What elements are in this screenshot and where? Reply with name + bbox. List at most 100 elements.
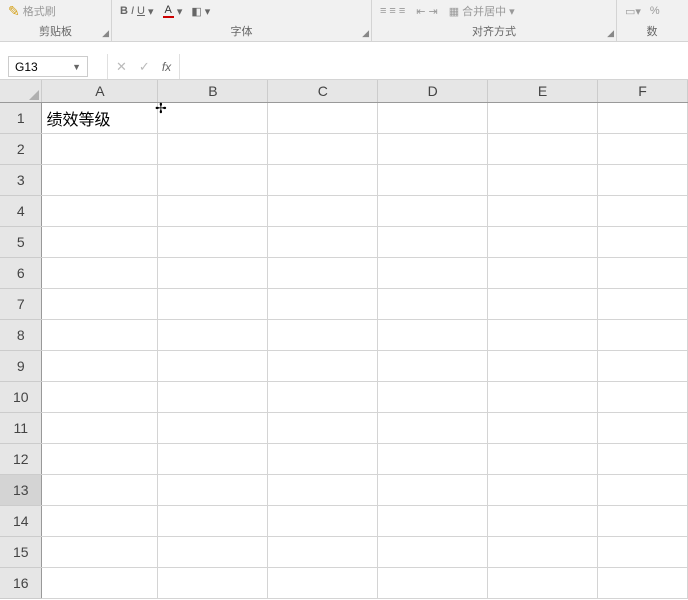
- cell-B16[interactable]: [158, 567, 268, 598]
- cell-A8[interactable]: [42, 319, 158, 350]
- cell-E11[interactable]: [488, 412, 598, 443]
- cell-C10[interactable]: [268, 381, 378, 412]
- cell-F13[interactable]: [598, 474, 688, 505]
- cell-A4[interactable]: [42, 195, 158, 226]
- cell-D2[interactable]: [378, 133, 488, 164]
- cell-D14[interactable]: [378, 505, 488, 536]
- format-painter-button[interactable]: ✎ 格式刷: [8, 3, 56, 20]
- cell-B13[interactable]: [158, 474, 268, 505]
- formula-input[interactable]: [180, 54, 688, 79]
- cell-B8[interactable]: [158, 319, 268, 350]
- cell-C4[interactable]: [268, 195, 378, 226]
- cell-E9[interactable]: [488, 350, 598, 381]
- italic-button[interactable]: I: [131, 5, 134, 17]
- align-left-icon[interactable]: ≡: [380, 5, 386, 17]
- cell-E13[interactable]: [488, 474, 598, 505]
- cell-F7[interactable]: [598, 288, 688, 319]
- row-header[interactable]: 14: [0, 505, 42, 536]
- merge-dropdown-icon[interactable]: ▾: [509, 5, 515, 18]
- row-header[interactable]: 8: [0, 319, 42, 350]
- cell-B9[interactable]: [158, 350, 268, 381]
- cell-A2[interactable]: [42, 133, 158, 164]
- cell-F5[interactable]: [598, 226, 688, 257]
- underline-button[interactable]: U: [137, 5, 145, 17]
- cell-C5[interactable]: [268, 226, 378, 257]
- cell-F2[interactable]: [598, 133, 688, 164]
- align-right-icon[interactable]: ≡: [399, 5, 405, 17]
- cell-C13[interactable]: [268, 474, 378, 505]
- cell-B6[interactable]: [158, 257, 268, 288]
- cell-E2[interactable]: [488, 133, 598, 164]
- alignment-dialog-launcher-icon[interactable]: ◢: [607, 28, 614, 39]
- cell-E5[interactable]: [488, 226, 598, 257]
- number-format-icon[interactable]: ▭▾: [625, 5, 641, 18]
- cell-A14[interactable]: [42, 505, 158, 536]
- col-header-a[interactable]: A: [42, 80, 158, 102]
- col-header-d[interactable]: D: [378, 80, 488, 102]
- cell-B10[interactable]: [158, 381, 268, 412]
- indent-decrease-icon[interactable]: ⇤: [416, 5, 425, 18]
- cell-D1[interactable]: [378, 102, 488, 133]
- percent-button[interactable]: %: [650, 5, 660, 17]
- fx-button[interactable]: fx: [162, 60, 171, 74]
- cell-F6[interactable]: [598, 257, 688, 288]
- cell-E10[interactable]: [488, 381, 598, 412]
- cell-C8[interactable]: [268, 319, 378, 350]
- cell-E3[interactable]: [488, 164, 598, 195]
- cell-D11[interactable]: [378, 412, 488, 443]
- row-header[interactable]: 16: [0, 567, 42, 598]
- cell-D9[interactable]: [378, 350, 488, 381]
- col-header-f[interactable]: F: [598, 80, 688, 102]
- row-header[interactable]: 2: [0, 133, 42, 164]
- clipboard-dialog-launcher-icon[interactable]: ◢: [102, 28, 109, 39]
- cell-D12[interactable]: [378, 443, 488, 474]
- cell-C11[interactable]: [268, 412, 378, 443]
- cell-F9[interactable]: [598, 350, 688, 381]
- cell-B7[interactable]: [158, 288, 268, 319]
- cell-A1[interactable]: 绩效等级: [42, 102, 158, 133]
- cell-A13[interactable]: [42, 474, 158, 505]
- cell-A7[interactable]: [42, 288, 158, 319]
- col-header-c[interactable]: C: [268, 80, 378, 102]
- indent-increase-icon[interactable]: ⇥: [428, 5, 437, 18]
- font-dialog-launcher-icon[interactable]: ◢: [362, 28, 369, 39]
- cell-B3[interactable]: [158, 164, 268, 195]
- row-header[interactable]: 11: [0, 412, 42, 443]
- cell-A16[interactable]: [42, 567, 158, 598]
- cell-D8[interactable]: [378, 319, 488, 350]
- enter-button[interactable]: ✓: [139, 59, 150, 75]
- fill-color-button[interactable]: ◧: [191, 5, 201, 18]
- cell-A6[interactable]: [42, 257, 158, 288]
- cell-E12[interactable]: [488, 443, 598, 474]
- cell-B12[interactable]: [158, 443, 268, 474]
- row-header[interactable]: 10: [0, 381, 42, 412]
- cell-E7[interactable]: [488, 288, 598, 319]
- cell-D10[interactable]: [378, 381, 488, 412]
- row-header[interactable]: 3: [0, 164, 42, 195]
- cell-B14[interactable]: [158, 505, 268, 536]
- align-center-icon[interactable]: ≡: [389, 5, 395, 17]
- cell-F1[interactable]: [598, 102, 688, 133]
- cell-D4[interactable]: [378, 195, 488, 226]
- cell-A9[interactable]: [42, 350, 158, 381]
- font-more-icon[interactable]: ▾: [148, 5, 154, 18]
- cell-D16[interactable]: [378, 567, 488, 598]
- cell-F10[interactable]: [598, 381, 688, 412]
- name-box[interactable]: G13 ▼: [8, 56, 88, 77]
- cell-B2[interactable]: [158, 133, 268, 164]
- cell-D6[interactable]: [378, 257, 488, 288]
- cell-D13[interactable]: [378, 474, 488, 505]
- row-header[interactable]: 9: [0, 350, 42, 381]
- cell-C9[interactable]: [268, 350, 378, 381]
- row-header[interactable]: 4: [0, 195, 42, 226]
- cell-A3[interactable]: [42, 164, 158, 195]
- col-header-e[interactable]: E: [488, 80, 598, 102]
- cell-A5[interactable]: [42, 226, 158, 257]
- cell-B15[interactable]: [158, 536, 268, 567]
- row-header[interactable]: 6: [0, 257, 42, 288]
- cell-D7[interactable]: [378, 288, 488, 319]
- cell-A10[interactable]: [42, 381, 158, 412]
- cell-F4[interactable]: [598, 195, 688, 226]
- cell-C15[interactable]: [268, 536, 378, 567]
- cell-C14[interactable]: [268, 505, 378, 536]
